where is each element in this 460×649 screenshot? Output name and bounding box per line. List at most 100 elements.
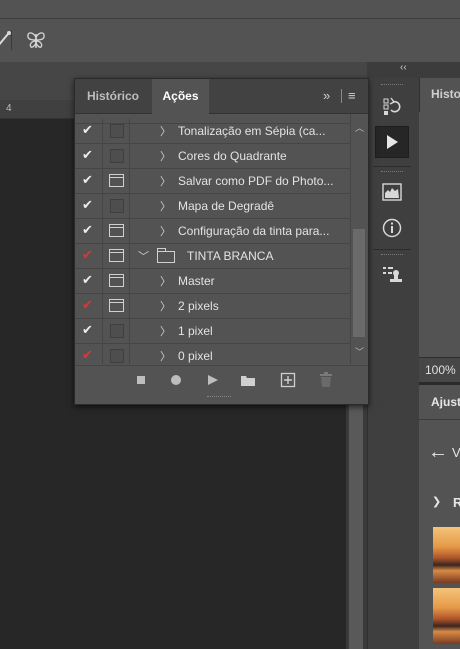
back-label[interactable]: V [452, 445, 460, 460]
action-name-cell[interactable]: 〉 1 pixel [129, 319, 350, 343]
panel-menu-icon[interactable]: ≡ [348, 88, 356, 103]
action-name-cell[interactable]: 〉 Salvar como PDF do Photo... [129, 169, 350, 193]
chevron-right-icon[interactable]: 〉 [160, 173, 171, 189]
checkmark-icon[interactable]: ✔ [82, 247, 93, 263]
dialog-toggle-icon[interactable] [109, 224, 124, 237]
panel-resize-grip[interactable] [207, 396, 231, 400]
preset-thumbnail[interactable] [433, 527, 460, 583]
checkmark-icon[interactable]: ✔ [82, 297, 93, 313]
collapse-panels-icon[interactable]: ‹‹ [400, 62, 407, 73]
checkmark-icon[interactable]: ✔ [82, 347, 93, 363]
action-name-cell[interactable]: 〉 Tonalização em Sépia (ca... [129, 119, 350, 143]
clone-source-icon[interactable] [375, 260, 409, 290]
toggle-dialog-cell[interactable] [102, 269, 130, 293]
histogram-icon[interactable] [375, 177, 409, 207]
tab-history[interactable]: Histórico [75, 79, 151, 113]
tab-history[interactable]: Histo [419, 78, 460, 112]
actions-play-icon[interactable] [375, 126, 409, 158]
checkmark-icon[interactable]: ✔ [82, 122, 93, 138]
empty-toggle-box[interactable] [110, 124, 124, 138]
toggle-item-cell[interactable]: ✔ [75, 119, 102, 143]
empty-toggle-box[interactable] [110, 149, 124, 163]
action-row[interactable]: ✔ 〉 Cores do Quadrante [75, 144, 350, 169]
tab-adjustments[interactable]: Ajust [419, 385, 460, 420]
toggle-item-cell[interactable]: ✔ [75, 169, 102, 193]
scrollbar-thumb[interactable] [349, 399, 363, 649]
empty-toggle-box[interactable] [110, 199, 124, 213]
toggle-item-cell[interactable]: ✔ [75, 194, 102, 218]
action-row[interactable]: ✔ 〉 Tonalização em Sépia (ca... [75, 119, 350, 144]
scroll-up-icon[interactable]: ︿ [355, 121, 364, 134]
toggle-dialog-cell[interactable] [102, 244, 130, 268]
chevron-right-icon[interactable]: 〉 [160, 273, 171, 289]
toggle-item-cell[interactable]: ✔ [75, 344, 102, 364]
toggle-dialog-cell[interactable] [102, 219, 130, 243]
action-row[interactable]: ✔ 〉 Master [75, 269, 350, 294]
toggle-item-cell[interactable]: ✔ [75, 294, 102, 318]
checkmark-icon[interactable]: ✔ [82, 197, 93, 213]
dock-grip[interactable] [381, 84, 403, 88]
scroll-down-icon[interactable]: ﹀ [355, 345, 364, 358]
action-name-cell[interactable]: 〉 Cores do Quadrante [129, 144, 350, 168]
back-arrow-icon[interactable]: ← [428, 441, 448, 464]
action-name-cell[interactable]: 〉 0 pixel [129, 344, 350, 364]
chevron-right-icon[interactable]: 〉 [160, 198, 171, 214]
chevron-down-icon[interactable]: ❯ [432, 495, 441, 508]
toggle-dialog-cell[interactable] [102, 294, 130, 318]
chevron-right-icon[interactable]: 〉 [160, 148, 171, 164]
record-icon[interactable] [168, 372, 184, 388]
action-set-row[interactable]: ✔ ﹀ TINTA BRANCA [75, 244, 350, 269]
dialog-toggle-icon[interactable] [109, 249, 124, 262]
dialog-toggle-icon[interactable] [109, 274, 124, 287]
play-icon[interactable] [205, 372, 221, 388]
action-row[interactable]: ✔ 〉 1 pixel [75, 319, 350, 344]
toggle-dialog-cell[interactable] [102, 144, 130, 168]
dock-grip[interactable] [381, 171, 403, 175]
action-name-cell[interactable]: 〉 Configuração da tinta para... [129, 219, 350, 243]
action-row[interactable]: ✔ 〉 Configuração da tinta para... [75, 219, 350, 244]
checkmark-icon[interactable]: ✔ [82, 272, 93, 288]
new-set-folder-icon[interactable] [240, 372, 256, 388]
action-row[interactable]: ✔ 〉 2 pixels [75, 294, 350, 319]
toggle-dialog-cell[interactable] [102, 344, 130, 364]
action-name-cell[interactable]: 〉 Mapa de Degradê [129, 194, 350, 218]
history-icon[interactable] [375, 92, 409, 122]
chevron-right-icon[interactable]: 〉 [160, 348, 171, 364]
action-name-cell[interactable]: ﹀ TINTA BRANCA [129, 244, 350, 268]
checkmark-icon[interactable]: ✔ [82, 172, 93, 188]
toggle-item-cell[interactable]: ✔ [75, 219, 102, 243]
chevron-right-icon[interactable]: 〉 [160, 223, 171, 239]
empty-toggle-box[interactable] [110, 324, 124, 338]
expand-chevrons-icon[interactable]: » [323, 88, 330, 103]
delete-icon[interactable] [318, 372, 334, 388]
chevron-right-icon[interactable]: 〉 [160, 123, 171, 139]
chevron-down-icon[interactable]: ﹀ [138, 248, 149, 264]
dialog-toggle-icon[interactable] [109, 299, 124, 312]
zoom-value[interactable]: 100% [425, 363, 456, 377]
toggle-item-cell[interactable]: ✔ [75, 269, 102, 293]
preset-thumbnail[interactable] [433, 588, 460, 644]
action-row[interactable]: ✔ 〉 Salvar como PDF do Photo... [75, 169, 350, 194]
tab-actions[interactable]: Ações [152, 79, 209, 114]
action-name-cell[interactable]: 〉 2 pixels [129, 294, 350, 318]
scrollbar-thumb[interactable] [353, 229, 365, 337]
butterfly-icon[interactable] [24, 28, 48, 52]
actions-list-scrollbar[interactable]: ︿ ﹀ [350, 114, 368, 364]
dialog-toggle-icon[interactable] [109, 174, 124, 187]
toggle-item-cell[interactable]: ✔ [75, 144, 102, 168]
empty-toggle-box[interactable] [110, 349, 124, 363]
new-action-icon[interactable] [280, 372, 296, 388]
toggle-item-cell[interactable]: ✔ [75, 319, 102, 343]
action-row[interactable]: ✔ 〉 0 pixel [75, 344, 350, 364]
checkmark-icon[interactable]: ✔ [82, 222, 93, 238]
action-row[interactable]: ✔ 〉 Mapa de Degradê [75, 194, 350, 219]
chevron-right-icon[interactable]: 〉 [160, 298, 171, 314]
info-icon[interactable] [375, 213, 409, 243]
stop-icon[interactable] [133, 372, 149, 388]
toggle-dialog-cell[interactable] [102, 194, 130, 218]
toggle-dialog-cell[interactable] [102, 169, 130, 193]
checkmark-icon[interactable]: ✔ [82, 322, 93, 338]
checkmark-icon[interactable]: ✔ [82, 147, 93, 163]
chevron-right-icon[interactable]: 〉 [160, 323, 171, 339]
brush-tool-icon[interactable] [0, 28, 18, 52]
